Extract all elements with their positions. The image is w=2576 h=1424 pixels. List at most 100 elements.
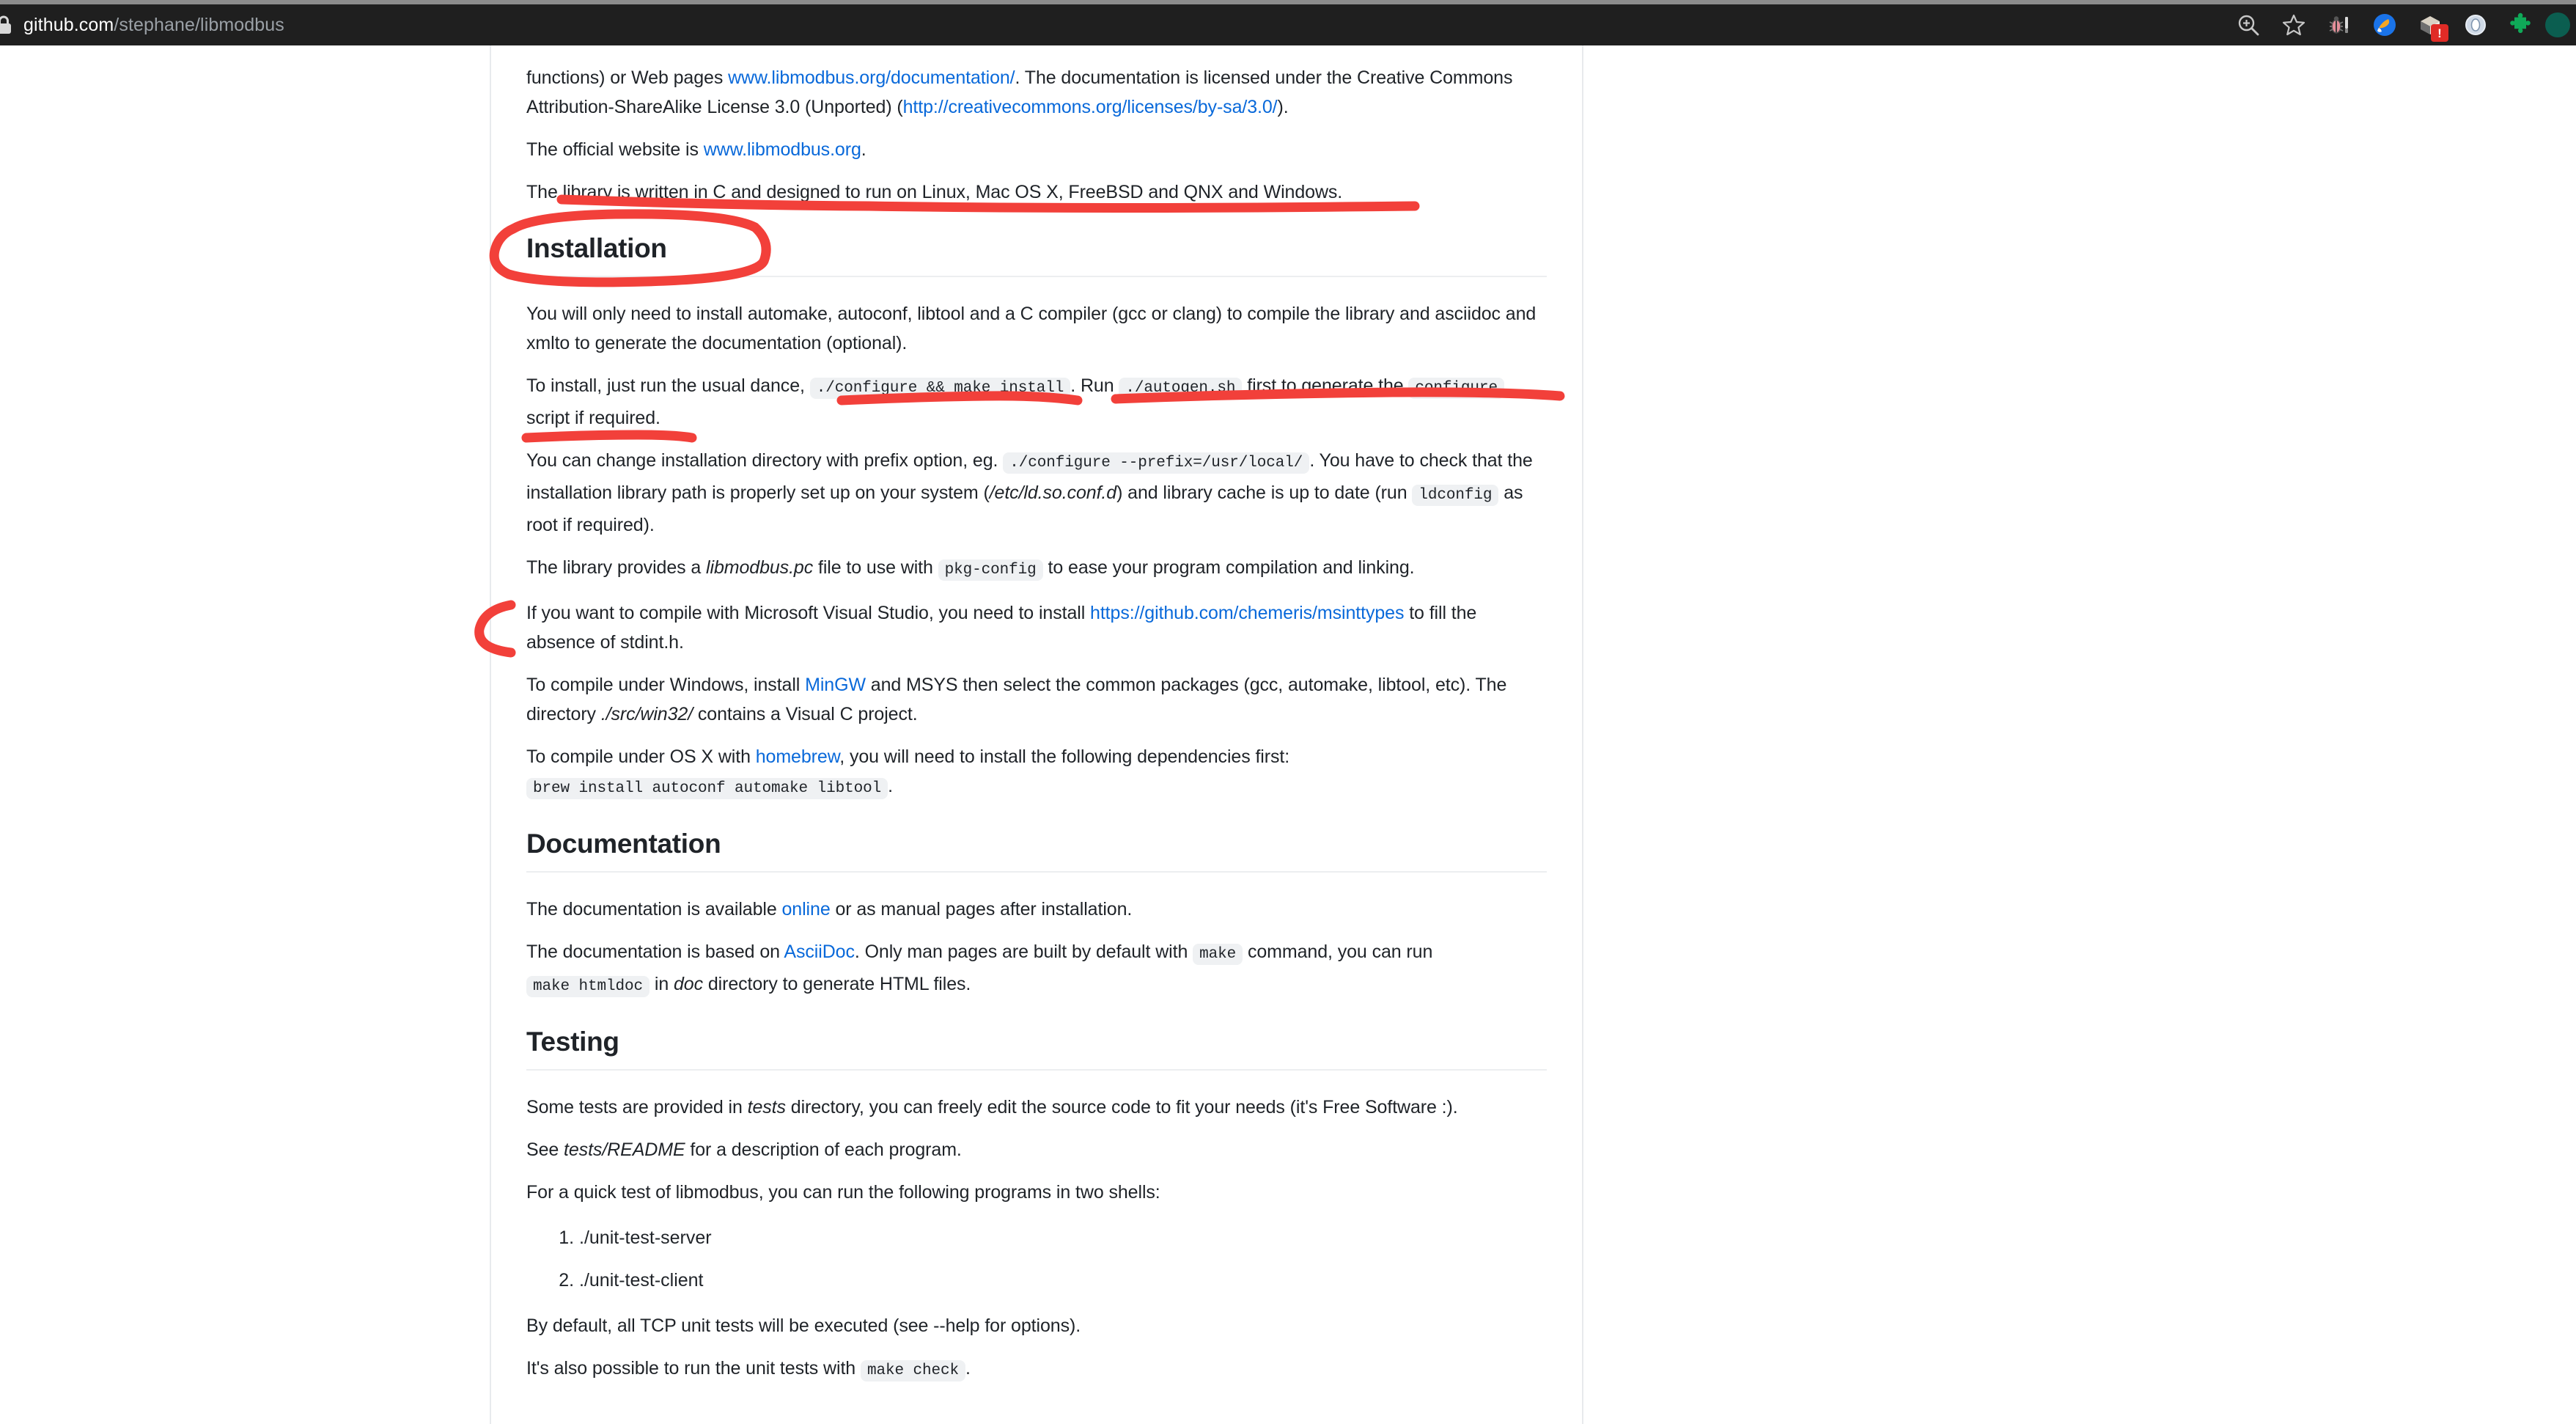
readme-content: functions) or Web pages www.libmodbus.or… — [490, 45, 1583, 1424]
link-asciidoc[interactable]: AsciiDoc — [784, 942, 855, 962]
package-extension-icon[interactable]: ! — [2407, 2, 2453, 48]
paragraph-prefix-option: You can change installation directory wi… — [526, 446, 1547, 540]
extension-alert-badge: ! — [2431, 24, 2448, 42]
text-run: ) and library cache is up to date (run — [1116, 482, 1413, 503]
text-run: ). — [1277, 97, 1289, 117]
text-run: directory to generate HTML files. — [703, 974, 971, 994]
profile-avatar-icon[interactable] — [2544, 2, 2573, 48]
brush-extension-icon[interactable] — [2362, 2, 2407, 48]
emphasis-src-win32: ./src/win32/ — [600, 704, 693, 724]
section-documentation-header: Documentation — [526, 829, 1547, 873]
text-run: . Only man pages are built by default wi… — [854, 942, 1193, 962]
code-make-check: make check — [860, 1360, 965, 1381]
code-make-htmldoc: make htmldoc — [526, 976, 650, 997]
list-item: ./unit-test-client — [579, 1266, 1547, 1295]
text-run: The official website is — [526, 139, 704, 160]
emphasis-tests: tests — [747, 1097, 786, 1117]
text-run: . — [965, 1358, 971, 1379]
link-libmodbus-documentation[interactable]: www.libmodbus.org/documentation/ — [728, 67, 1015, 88]
text-run: The library provides a — [526, 557, 707, 578]
code-configure-prefix: ./configure --prefix=/usr/local/ — [1003, 452, 1310, 474]
code-pkg-config: pkg-config — [938, 559, 1043, 581]
paragraph-usual-dance: To install, just run the usual dance, ./… — [526, 371, 1547, 433]
address-bar[interactable]: github.com/stephane/libmodbus — [0, 4, 2226, 45]
url-host: github.com — [23, 14, 114, 35]
link-homebrew[interactable]: homebrew — [756, 746, 840, 767]
paragraph-msvc-msinttypes: If you want to compile with Microsoft Vi… — [526, 598, 1547, 657]
emphasis-tests-readme: tests/README — [564, 1139, 685, 1160]
paragraph-make-check: It's also possible to run the unit tests… — [526, 1354, 1547, 1386]
code-configure: configure — [1408, 378, 1504, 399]
lock-icon — [0, 14, 13, 36]
text-run: to ease your program compilation and lin… — [1042, 557, 1415, 578]
link-online[interactable]: online — [782, 899, 831, 920]
code-brew-install-deps: brew install autoconf automake libtool — [526, 778, 888, 799]
text-run: . — [888, 776, 893, 796]
text-run: It's also possible to run the unit tests… — [526, 1358, 861, 1379]
zoom-in-icon[interactable] — [2226, 2, 2271, 48]
paragraph-official-website: The official website is www.libmodbus.or… — [526, 135, 1547, 164]
paragraph-install-requirements: You will only need to install automake, … — [526, 304, 1537, 353]
paragraph-tests-directory: Some tests are provided in tests directo… — [526, 1093, 1547, 1122]
text-run: contains a Visual C project. — [693, 704, 918, 724]
text-run: To compile under Windows, install — [526, 675, 806, 695]
paragraph-tests-readme: See tests/README for a description of ea… — [526, 1135, 1547, 1164]
text-run: The documentation is based on — [526, 942, 784, 962]
text-run: or as manual pages after installation. — [830, 899, 1133, 920]
code-ldconfig: ldconfig — [1412, 485, 1499, 506]
heading-documentation: Documentation — [526, 829, 1547, 873]
ring-extension-icon[interactable] — [2453, 2, 2498, 48]
url-path: /stephane/libmodbus — [114, 14, 284, 35]
paragraph-documentation-license: functions) or Web pages www.libmodbus.or… — [526, 63, 1547, 122]
text-run: The documentation is available — [526, 899, 782, 920]
paragraph-quick-test: For a quick test of libmodbus, you can r… — [526, 1182, 1160, 1203]
emphasis-doc: doc — [673, 974, 703, 994]
browser-chrome: github.com/stephane/libmodbus ! — [0, 0, 2576, 45]
text-run: command, you can run — [1243, 942, 1433, 962]
text-run: file to use with — [813, 557, 938, 578]
text-run: To compile under OS X with — [526, 746, 756, 767]
paragraph-mingw-windows: To compile under Windows, install MinGW … — [526, 670, 1547, 729]
section-installation-header: Installation — [526, 233, 1547, 277]
code-configure-make-install: ./configure && make install — [809, 378, 1071, 399]
text-run: Some tests are provided in — [526, 1097, 748, 1117]
bookmark-star-icon[interactable] — [2271, 2, 2316, 48]
list-shell-programs: ./unit-test-server ./unit-test-client — [526, 1223, 1547, 1295]
url-text: github.com/stephane/libmodbus — [23, 15, 284, 36]
text-run: script if required. — [526, 408, 660, 428]
paragraph-pkg-config: The library provides a libmodbus.pc file… — [526, 553, 1547, 585]
emphasis-ld-so-conf-d: /etc/ld.so.conf.d — [989, 482, 1117, 503]
text-run: directory, you can freely edit the sourc… — [785, 1097, 1458, 1117]
text-run: If you want to compile with Microsoft Vi… — [526, 603, 1091, 623]
paragraph-osx-homebrew: To compile under OS X with homebrew, you… — [526, 742, 1547, 804]
text-run: in — [649, 974, 674, 994]
link-msinttypes[interactable]: https://github.com/chemeris/msinttypes — [1090, 603, 1404, 623]
code-autogen-sh: ./autogen.sh — [1119, 378, 1243, 399]
paragraph-asciidoc: The documentation is based on AsciiDoc. … — [526, 937, 1547, 1002]
list-item: ./unit-test-server — [579, 1223, 1547, 1252]
text-run: You can change installation directory wi… — [526, 450, 1004, 471]
page-viewport: functions) or Web pages www.libmodbus.or… — [0, 45, 2576, 1424]
text-run: . Run — [1070, 375, 1119, 396]
paragraph-tcp-unit-tests: By default, all TCP unit tests will be e… — [526, 1315, 1081, 1336]
heading-testing: Testing — [526, 1027, 1547, 1071]
paragraph-documentation-online: The documentation is available online or… — [526, 895, 1547, 924]
puzzle-extensions-icon[interactable] — [2498, 2, 2544, 48]
text-run: To install, just run the usual dance, — [526, 375, 810, 396]
bug-extension-icon[interactable] — [2316, 2, 2362, 48]
paragraph-written-in-c: The library is written in C and designed… — [526, 182, 1343, 202]
text-run: first to generate the — [1242, 375, 1409, 396]
text-run: for a description of each program. — [685, 1139, 962, 1160]
browser-toolbar-actions: ! — [2226, 4, 2576, 45]
text-run: functions) or Web pages — [526, 67, 729, 88]
code-make: make — [1193, 944, 1243, 965]
text-run: . — [861, 139, 866, 160]
section-testing-header: Testing — [526, 1027, 1547, 1071]
link-libmodbus-org[interactable]: www.libmodbus.org — [704, 139, 861, 160]
text-run: See — [526, 1139, 564, 1160]
heading-installation: Installation — [526, 233, 1547, 277]
link-creative-commons-license[interactable]: http://creativecommons.org/licenses/by-s… — [903, 97, 1278, 117]
text-run: , you will need to install the following… — [839, 746, 1290, 767]
emphasis-libmodbus-pc: libmodbus.pc — [706, 557, 814, 578]
link-mingw[interactable]: MinGW — [805, 675, 866, 695]
